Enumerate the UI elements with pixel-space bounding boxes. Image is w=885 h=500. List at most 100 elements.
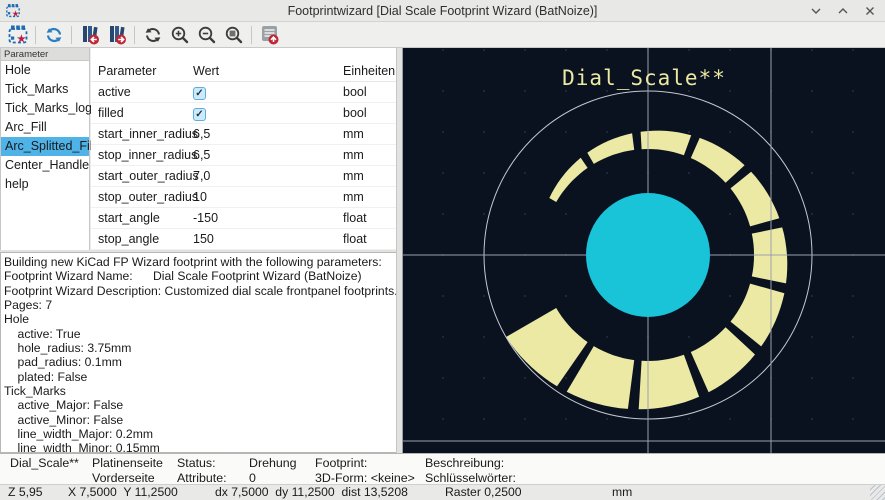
toolbar: ★ bbox=[0, 22, 885, 48]
page-item-tick_marks_log[interactable]: Tick_Marks_log bbox=[1, 99, 89, 118]
message-line: pad_radius: 0.1mm bbox=[4, 355, 396, 369]
column-header: Parameter bbox=[91, 64, 193, 78]
message-line: active_Major: False bbox=[4, 398, 396, 412]
param-unit: float bbox=[343, 232, 396, 246]
message-line: line_width_Major: 0.2mm bbox=[4, 427, 396, 441]
pages-panel-header: Parameter bbox=[1, 48, 89, 61]
status-field: PlatinenseiteVorderseite bbox=[92, 456, 163, 486]
param-row: stop_angle150float bbox=[91, 229, 396, 250]
param-name: active bbox=[91, 85, 193, 99]
param-value[interactable]: ✓ bbox=[193, 85, 343, 100]
param-value[interactable]: ✓ bbox=[193, 106, 343, 121]
param-name: start_outer_radius bbox=[91, 169, 193, 183]
param-name: start_inner_radius bbox=[91, 127, 193, 141]
param-unit: mm bbox=[343, 148, 396, 162]
message-line: Building new KiCad FP Wizard footprint w… bbox=[4, 255, 396, 269]
param-name: stop_angle bbox=[91, 232, 193, 246]
page-item-hole[interactable]: Hole bbox=[1, 61, 89, 80]
param-value[interactable]: 7,0 bbox=[193, 169, 343, 183]
message-line: Hole bbox=[4, 312, 396, 326]
zoom-in-button[interactable] bbox=[166, 23, 193, 47]
param-row: start_inner_radius6,5mm bbox=[91, 124, 396, 145]
column-header: Wert bbox=[193, 64, 343, 78]
message-panel[interactable]: Building new KiCad FP Wizard footprint w… bbox=[0, 252, 396, 453]
dial-segment bbox=[731, 172, 780, 227]
relative-position: dx 7,5000 dy 11,2500 dist 13,5208 bbox=[215, 485, 408, 500]
param-value[interactable]: -150 bbox=[193, 211, 343, 225]
page-item-arc_fill[interactable]: Arc_Fill bbox=[1, 118, 89, 137]
footprint-reference-label: Dial_Scale** bbox=[403, 66, 885, 90]
dial-segment bbox=[691, 327, 755, 392]
previous-page-button[interactable] bbox=[76, 23, 103, 47]
status-field: Drehung0 bbox=[249, 456, 297, 486]
redraw-button[interactable] bbox=[139, 23, 166, 47]
param-name: filled bbox=[91, 106, 193, 120]
page-item-help[interactable]: help bbox=[1, 175, 89, 194]
checkbox-checked-icon[interactable]: ✓ bbox=[193, 108, 206, 121]
page-list: HoleTick_MarksTick_Marks_logArc_FillArc_… bbox=[1, 61, 89, 194]
param-row: start_angle-150float bbox=[91, 208, 396, 229]
param-value[interactable]: 10 bbox=[193, 190, 343, 204]
param-name: start_angle bbox=[91, 211, 193, 225]
dial-segment bbox=[731, 284, 785, 347]
grid-setting: Raster 0,2500 bbox=[445, 485, 522, 500]
zoom-level: Z 5,95 bbox=[8, 485, 43, 500]
param-value[interactable]: 150 bbox=[193, 232, 343, 246]
next-page-button[interactable] bbox=[103, 23, 130, 47]
units-indicator: mm bbox=[612, 485, 632, 500]
param-value[interactable]: 6,5 bbox=[193, 127, 343, 141]
close-icon[interactable] bbox=[863, 4, 877, 18]
refresh-wizard-button[interactable] bbox=[40, 23, 67, 47]
status-bar: Dial_Scale** PlatinenseiteVorderseite Stat… bbox=[0, 453, 885, 484]
message-line: active: True bbox=[4, 327, 396, 341]
wizard-pages-panel: Parameter HoleTick_MarksTick_Marks_logAr… bbox=[0, 48, 90, 250]
preview-canvas[interactable]: Dial_Scale** bbox=[403, 48, 885, 453]
parameter-table: ParameterWertEinheiten active✓ bool filled… bbox=[91, 48, 396, 250]
cursor-position: X 7,5000 Y 11,2500 bbox=[68, 485, 178, 500]
export-footprint-button[interactable] bbox=[256, 23, 283, 47]
vertical-splitter[interactable] bbox=[396, 48, 403, 453]
message-line: Footprint Wizard Description: Customized… bbox=[4, 284, 396, 298]
footprint-wizard-select-button[interactable]: ★ bbox=[4, 23, 31, 47]
param-value[interactable]: 6,5 bbox=[193, 148, 343, 162]
message-line: hole_radius: 3.75mm bbox=[4, 341, 396, 355]
status-field-top: Dial_Scale** bbox=[10, 456, 79, 471]
message-line: line_width_Minor: 0.15mm bbox=[4, 441, 396, 453]
toolbar-separator bbox=[134, 26, 135, 44]
checkbox-checked-icon[interactable]: ✓ bbox=[193, 87, 206, 100]
status-field-top: Footprint: bbox=[315, 456, 415, 471]
dial-segment bbox=[691, 138, 745, 183]
param-unit: mm bbox=[343, 169, 396, 183]
zoom-fit-button[interactable] bbox=[220, 23, 247, 47]
status-field: Footprint:3D-Form: <keine> bbox=[315, 456, 415, 486]
status-field-top: Drehung bbox=[249, 456, 297, 471]
message-line: Pages: 7 bbox=[4, 298, 396, 312]
maximize-icon[interactable] bbox=[836, 4, 850, 18]
dial-segment bbox=[549, 158, 587, 202]
page-item-tick_marks[interactable]: Tick_Marks bbox=[1, 80, 89, 99]
param-unit: bool bbox=[343, 85, 396, 99]
svg-text:★: ★ bbox=[16, 33, 26, 45]
toolbar-separator bbox=[35, 26, 36, 44]
message-line: active_Minor: False bbox=[4, 413, 396, 427]
minimize-icon[interactable] bbox=[809, 4, 823, 18]
param-unit: mm bbox=[343, 127, 396, 141]
status-field-top: Platinenseite bbox=[92, 456, 163, 471]
status-field-top: Status: bbox=[177, 456, 227, 471]
resize-grip-icon[interactable] bbox=[870, 485, 885, 500]
param-table-body: active✓boolfilled✓boolstart_inner_radius… bbox=[91, 82, 396, 250]
param-row: filled✓bool bbox=[91, 103, 396, 124]
status-field: Status:Attribute: bbox=[177, 456, 227, 486]
param-row: stop_outer_radius10mm bbox=[91, 187, 396, 208]
message-line: plated: False bbox=[4, 370, 396, 384]
param-row: start_outer_radius7,0mm bbox=[91, 166, 396, 187]
message-line: Footprint Wizard Name: Dial Scale Footpr… bbox=[4, 269, 396, 283]
toolbar-separator bbox=[251, 26, 252, 44]
zoom-out-button[interactable] bbox=[193, 23, 220, 47]
status-field: Beschreibung:Schlüsselwörter: bbox=[425, 456, 516, 486]
page-item-center_handle[interactable]: Center_Handle bbox=[1, 156, 89, 175]
page-item-arc_splitted_fill[interactable]: Arc_Splitted_Fill bbox=[1, 137, 89, 156]
param-table-header: ParameterWertEinheiten bbox=[91, 60, 396, 82]
title-bar: ★ Footprintwizard [Dial Scale Footprint … bbox=[0, 0, 885, 22]
param-row: stop_inner_radius6,5mm bbox=[91, 145, 396, 166]
